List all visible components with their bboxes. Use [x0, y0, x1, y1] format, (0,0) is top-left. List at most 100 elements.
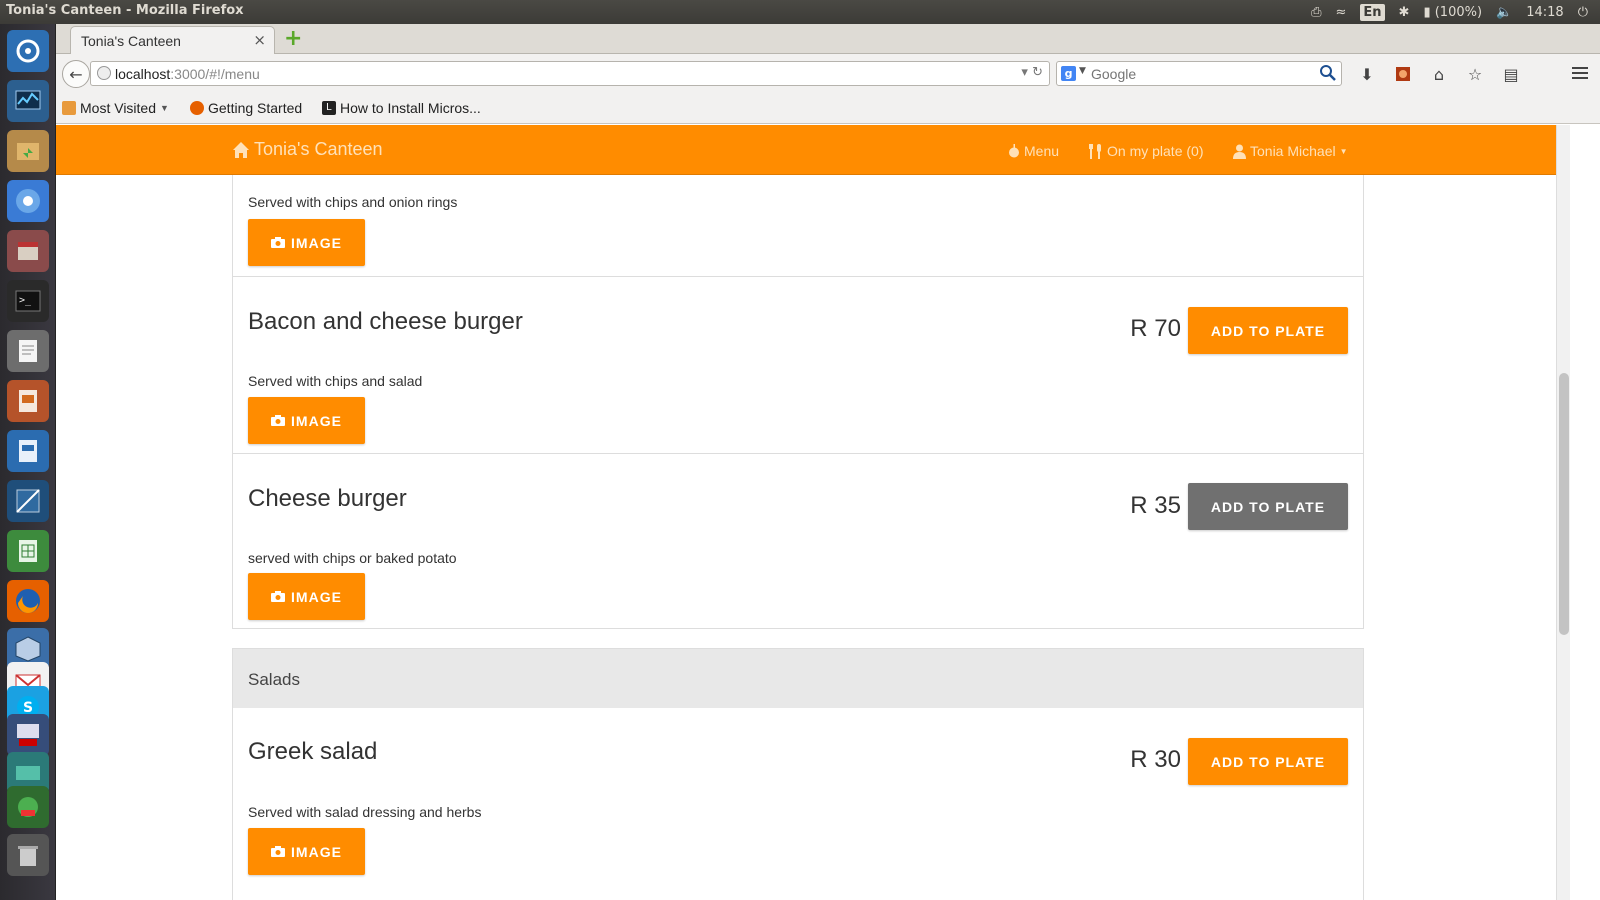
scrollbar-thumb[interactable]: [1559, 373, 1569, 635]
menu-item: Cheese burger R 35 ADD TO PLATE served w…: [233, 453, 1363, 629]
trash-icon[interactable]: [7, 834, 49, 876]
writer-icon[interactable]: [7, 430, 49, 472]
bookmark-how-to-install[interactable]: L How to Install Micros...: [322, 100, 481, 116]
calc-icon[interactable]: [7, 530, 49, 572]
search-engine-dropdown-icon[interactable]: ▼: [1079, 66, 1086, 76]
menu-item: Greek salad R 30 ADD TO PLATE Served wit…: [233, 708, 1363, 900]
item-price: R 35: [1130, 492, 1181, 519]
new-tab-button[interactable]: +: [284, 27, 302, 51]
item-description: Served with chips and onion rings: [248, 194, 458, 210]
bookmark-most-visited[interactable]: Most Visited ▼: [62, 100, 169, 116]
bookmark-label: Getting Started: [208, 100, 303, 116]
firefox-small-icon: [190, 101, 204, 115]
url-text[interactable]: localhost:3000/#!/menu: [115, 66, 260, 82]
youtube-downloader-icon[interactable]: [7, 714, 49, 756]
site-favicon-icon: L: [322, 101, 336, 115]
chevron-down-icon: ▼: [160, 103, 169, 113]
bookmarks-toolbar: Most Visited ▼ Getting Started L How to …: [56, 94, 1600, 124]
user-dropdown[interactable]: Tonia Michael ▼: [1233, 143, 1348, 159]
nav-on-my-plate-link[interactable]: On my plate (0): [1089, 143, 1203, 159]
bookmarks-menu-icon[interactable]: ▤: [1500, 63, 1522, 85]
view-image-button[interactable]: IMAGE: [248, 573, 365, 620]
hamburger-menu-icon[interactable]: [1570, 63, 1590, 83]
item-name: Greek salad: [248, 738, 378, 765]
wifi-icon[interactable]: ≈: [1335, 5, 1346, 20]
search-bar[interactable]: g ▼: [1056, 61, 1342, 86]
view-image-button[interactable]: IMAGE: [248, 219, 365, 266]
addon-icon[interactable]: [1392, 63, 1414, 85]
url-host: localhost: [115, 66, 171, 82]
system-monitor-icon[interactable]: [7, 80, 49, 122]
url-path: :3000/#!/menu: [170, 66, 260, 82]
url-bar[interactable]: localhost:3000/#!/menu ▾ ↻: [90, 61, 1050, 86]
power-icon[interactable]: ⏻: [1578, 5, 1588, 20]
bookmark-getting-started[interactable]: Getting Started: [190, 100, 302, 116]
battery-level: (100%): [1434, 4, 1483, 20]
reload-icon[interactable]: ↻: [1032, 65, 1043, 80]
remote-desktop-icon[interactable]: [7, 480, 49, 522]
view-image-button[interactable]: IMAGE: [248, 397, 365, 444]
page-scrollbar[interactable]: [1556, 125, 1570, 900]
google-engine-icon[interactable]: g: [1061, 66, 1076, 81]
volume-icon[interactable]: 🔈: [1496, 5, 1512, 20]
bookmark-star-icon[interactable]: ☆: [1464, 63, 1486, 85]
text-editor-icon[interactable]: [7, 330, 49, 372]
home-icon[interactable]: ⌂: [1428, 63, 1450, 85]
close-tab-icon[interactable]: ×: [253, 31, 266, 49]
app-navbar: Tonia's Canteen Menu On my plate (0) Ton…: [56, 125, 1556, 175]
archive-manager-icon[interactable]: [7, 230, 49, 272]
url-history-dropdown-icon[interactable]: ▾: [1021, 65, 1028, 80]
nav-plate-label: On my plate (0): [1107, 143, 1204, 159]
terminal-icon[interactable]: >_: [7, 280, 49, 322]
item-description: Served with salad dressing and herbs: [248, 804, 482, 820]
home-icon: [233, 141, 249, 158]
item-name: Bacon and cheese burger: [248, 308, 523, 335]
item-name: Cheese burger: [248, 485, 407, 512]
nav-menu-label: Menu: [1024, 143, 1060, 159]
add-to-plate-button[interactable]: ADD TO PLATE: [1188, 738, 1348, 785]
url-controls: ▾ ↻: [1021, 65, 1043, 80]
item-price: R 70: [1130, 315, 1181, 342]
downloads-icon[interactable]: ⬇: [1356, 63, 1378, 85]
image-button-label: IMAGE: [291, 588, 342, 605]
camera-icon: [271, 591, 286, 602]
bookmark-label: How to Install Micros...: [340, 100, 481, 116]
keyboard-layout-indicator[interactable]: En: [1360, 3, 1385, 21]
unity-launcher: >_ S: [0, 24, 56, 900]
site-identity-icon[interactable]: [97, 66, 111, 80]
clock[interactable]: 14:18: [1526, 5, 1563, 20]
category-heading: Salads: [232, 648, 1364, 709]
back-button[interactable]: ←: [62, 60, 90, 88]
chromium-icon[interactable]: [7, 180, 49, 222]
system-top-panel: Tonia's Canteen - Mozilla Firefox ⎙ ≈ En…: [0, 0, 1600, 24]
window-title: Tonia's Canteen - Mozilla Firefox: [6, 3, 244, 18]
dash-home-icon[interactable]: [7, 30, 49, 72]
firefox-icon[interactable]: [7, 580, 49, 622]
tab-title: Tonia's Canteen: [81, 33, 181, 49]
file-manager-icon[interactable]: [7, 130, 49, 172]
search-icon[interactable]: [1319, 64, 1337, 82]
tab-strip: Tonia's Canteen × +: [56, 24, 1600, 54]
battery-indicator[interactable]: ▮ (100%): [1423, 5, 1482, 20]
add-to-plate-button[interactable]: ADD TO PLATE: [1188, 483, 1348, 530]
category-title: Salads: [248, 670, 300, 689]
item-description: served with chips or baked potato: [248, 550, 457, 566]
tab-tonias-canteen[interactable]: Tonia's Canteen ×: [70, 26, 275, 54]
gaming-app-icon[interactable]: [7, 786, 49, 828]
printer-icon[interactable]: ⎙: [1311, 5, 1321, 20]
impress-icon[interactable]: [7, 380, 49, 422]
image-button-label: IMAGE: [291, 843, 342, 860]
brand-link[interactable]: Tonia's Canteen: [232, 139, 383, 160]
view-image-button[interactable]: IMAGE: [248, 828, 365, 875]
user-name: Tonia Michael: [1250, 143, 1336, 159]
image-button-label: IMAGE: [291, 234, 342, 251]
user-icon: [1233, 144, 1246, 159]
add-to-plate-button[interactable]: ADD TO PLATE: [1188, 307, 1348, 354]
menu-item: Bacon and cheese burger R 70 ADD TO PLAT…: [233, 276, 1363, 453]
bluetooth-icon[interactable]: ✱: [1399, 5, 1410, 20]
search-input[interactable]: [1091, 65, 1311, 83]
nav-menu-link[interactable]: Menu: [1008, 143, 1059, 159]
bookmark-label: Most Visited: [80, 100, 156, 116]
item-description: Served with chips and salad: [248, 373, 423, 389]
cutlery-icon: [1089, 143, 1101, 159]
